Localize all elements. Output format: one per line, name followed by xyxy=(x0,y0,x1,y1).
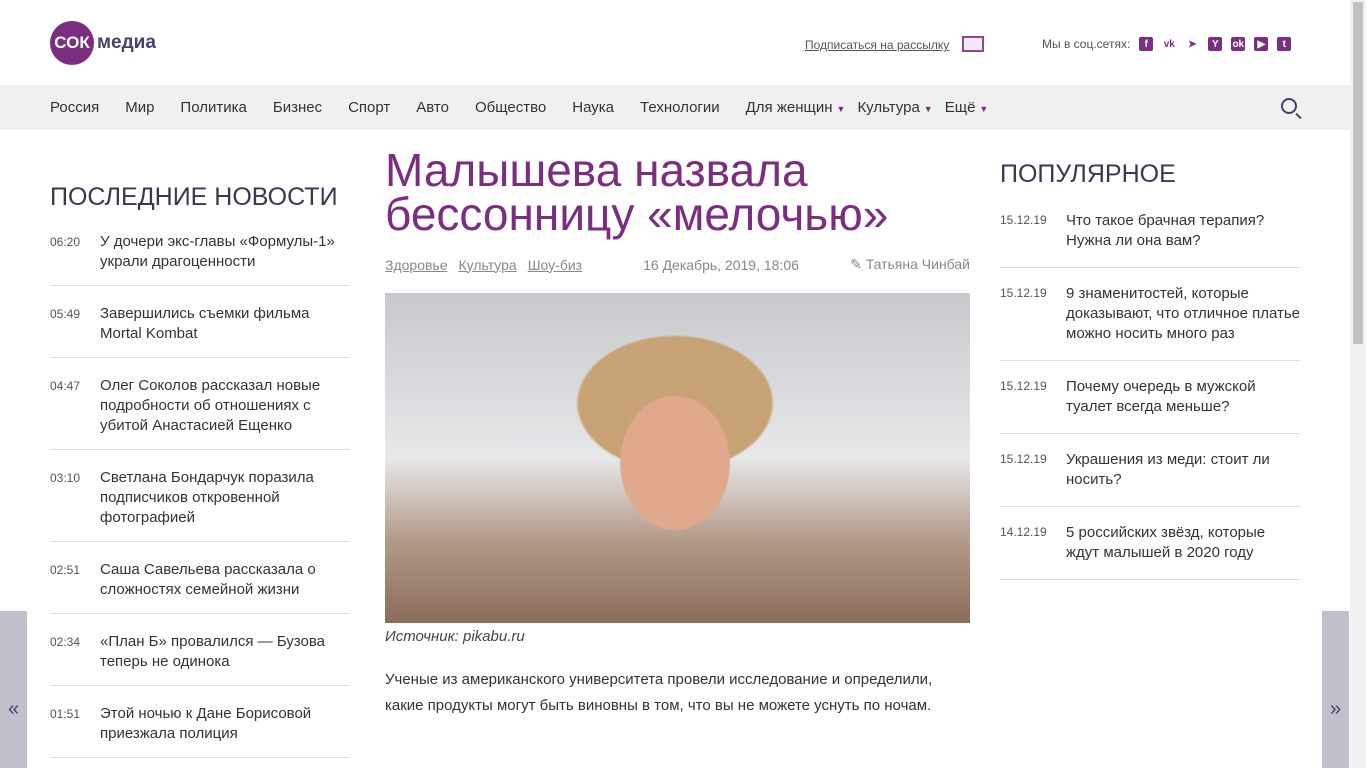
pencil-icon: ✎ xyxy=(850,256,866,272)
popular-item[interactable]: 15.12.19 Что такое брачная терапия? Нужна… xyxy=(1000,195,1300,268)
popular-item[interactable]: 15.12.19 Почему очередь в мужской туалет … xyxy=(1000,361,1300,434)
popular-item[interactable]: 15.12.19 Украшения из меди: стоит ли носи… xyxy=(1000,434,1300,507)
youtube-icon[interactable]: ▶ xyxy=(1254,37,1269,51)
search-icon[interactable] xyxy=(1281,98,1297,114)
next-article-arrow[interactable]: » xyxy=(1322,611,1349,768)
nav-more[interactable]: Ещё ▼ xyxy=(945,99,989,116)
latest-news: Последние новости 06:20 У дочери экс-глав… xyxy=(50,183,350,758)
social-label: Мы в соц.сетях: xyxy=(1042,37,1131,51)
photo-caption: Источник: pikabu.ru xyxy=(385,628,525,645)
vk-icon[interactable]: vk xyxy=(1162,37,1176,51)
tag-link[interactable]: Культура xyxy=(459,257,517,273)
tag-link[interactable]: Здоровье xyxy=(385,257,448,273)
nav-politics[interactable]: Политика xyxy=(180,99,246,116)
popular-heading: Популярное xyxy=(1000,160,1176,188)
popular-title[interactable]: 9 знаменитостей, которые доказывают, что… xyxy=(1066,284,1300,344)
nav-world[interactable]: Мир xyxy=(125,99,154,116)
nav-society[interactable]: Общество xyxy=(475,99,546,116)
news-title[interactable]: Этой ночью к Дане Борисовой приезжала по… xyxy=(100,704,350,744)
popular-item[interactable]: 14.12.19 5 российских звёзд, которые ждут… xyxy=(1000,507,1300,580)
nav-auto[interactable]: Авто xyxy=(416,99,449,116)
article: Малышева назвала бессонницу «мелочью» Зд… xyxy=(385,144,970,719)
news-time: 02:34 xyxy=(50,635,81,649)
telegram-icon[interactable]: ➤ xyxy=(1185,37,1199,51)
news-time: 05:49 xyxy=(50,307,81,321)
prev-article-arrow[interactable]: « xyxy=(0,611,27,768)
yandex-icon[interactable]: Y xyxy=(1208,37,1223,51)
nav-culture-label: Культура xyxy=(857,99,920,116)
news-item[interactable]: 04:47 Олег Соколов рассказал новые подроб… xyxy=(50,358,350,450)
popular-date: 14.12.19 xyxy=(1000,525,1047,539)
news-title[interactable]: Саша Савельева рассказала о сложностях с… xyxy=(100,560,350,600)
popular-title[interactable]: Что такое брачная терапия? Нужна ли она … xyxy=(1066,211,1300,251)
mail-icon[interactable] xyxy=(962,36,984,52)
news-title[interactable]: «План Б» провалился — Бузова теперь не о… xyxy=(100,632,350,672)
article-author[interactable]: ✎ Татьяна Чинбай xyxy=(850,256,970,273)
main-nav: Россия Мир Политика Бизнес Спорт Авто Об… xyxy=(0,85,1366,130)
news-title[interactable]: Светлана Бондарчук поразила подписчиков … xyxy=(100,468,350,528)
news-time: 02:51 xyxy=(50,563,81,577)
popular-title[interactable]: Почему очередь в мужской туалет всегда м… xyxy=(1066,377,1300,417)
article-title: Малышева назвала бессонницу «мелочью» xyxy=(385,144,889,240)
article-date: 16 Декабрь, 2019, 18:06 xyxy=(643,256,799,273)
news-title[interactable]: Завершились съемки фильма Mortal Kombat xyxy=(100,304,350,344)
news-title[interactable]: У дочери экс-главы «Формулы-1» украли др… xyxy=(100,232,350,272)
popular-date: 15.12.19 xyxy=(1000,286,1047,300)
popular-item[interactable]: 15.12.19 9 знаменитостей, которые доказыв… xyxy=(1000,268,1300,361)
news-item[interactable]: 03:10 Светлана Бондарчук поразила подписч… xyxy=(50,450,350,542)
nav-business[interactable]: Бизнес xyxy=(273,99,322,116)
article-meta: Здоровье Культура Шоу-биз 16 Декабрь, 20… xyxy=(385,256,970,273)
popular-title[interactable]: 5 российских звёзд, которые ждут малышей… xyxy=(1066,523,1300,563)
news-item[interactable]: 02:34 «План Б» провалился — Бузова теперь… xyxy=(50,614,350,686)
news-item[interactable]: 06:20 У дочери экс-главы «Формулы-1» укра… xyxy=(50,232,350,286)
news-item[interactable]: 02:51 Саша Савельева рассказала о сложнос… xyxy=(50,542,350,614)
news-time: 06:20 xyxy=(50,235,81,249)
caret-down-icon: ▼ xyxy=(923,104,933,114)
subscribe-link[interactable]: Подписаться на рассылку xyxy=(805,38,949,52)
facebook-icon[interactable]: f xyxy=(1139,37,1154,51)
twitter-icon[interactable]: t xyxy=(1277,37,1292,51)
popular-date: 15.12.19 xyxy=(1000,452,1047,466)
popular-date: 15.12.19 xyxy=(1000,379,1047,393)
logo-word: медиа xyxy=(97,32,156,53)
nav-culture[interactable]: Культура ▼ xyxy=(857,99,932,116)
scrollbar-thumb[interactable] xyxy=(1353,2,1363,344)
news-time: 01:51 xyxy=(50,707,81,721)
popular-date: 15.12.19 xyxy=(1000,213,1047,227)
header: СОК медиа Подписаться на рассылку Мы в с… xyxy=(0,0,1366,85)
tag-link[interactable]: Шоу-биз xyxy=(528,257,582,273)
popular-title[interactable]: Украшения из меди: стоит ли носить? xyxy=(1066,450,1300,490)
nav-women[interactable]: Для женщин ▼ xyxy=(746,99,846,116)
news-item[interactable]: 05:49 Завершились съемки фильма Mortal Ko… xyxy=(50,286,350,358)
news-time: 03:10 xyxy=(50,471,81,485)
news-item[interactable]: 01:51 Этой ночью к Дане Борисовой приезжа… xyxy=(50,686,350,758)
article-body: Ученые из американского университета про… xyxy=(385,671,933,714)
news-title[interactable]: Олег Соколов рассказал новые подробности… xyxy=(100,376,350,436)
author-name: Татьяна Чинбай xyxy=(865,256,970,272)
scrollbar[interactable] xyxy=(1350,0,1366,768)
nav-tech[interactable]: Технологии xyxy=(640,99,720,116)
logo[interactable]: СОК медиа xyxy=(50,21,156,65)
caret-down-icon: ▼ xyxy=(979,104,989,114)
article-photo xyxy=(385,293,970,623)
social-links: Мы в соц.сетях: f vk ➤ Y ok ▶ t xyxy=(1042,37,1292,51)
nav-russia[interactable]: Россия xyxy=(50,99,99,116)
nav-sport[interactable]: Спорт xyxy=(348,99,390,116)
popular: Популярное 15.12.19 Что такое брачная тер… xyxy=(1000,160,1300,580)
news-time: 04:47 xyxy=(50,379,81,393)
nav-women-label: Для женщин xyxy=(745,99,833,116)
latest-news-heading: Последние новости xyxy=(50,183,338,211)
logo-circle: СОК xyxy=(50,21,94,65)
nav-more-label: Ещё xyxy=(944,99,976,116)
caret-down-icon: ▼ xyxy=(836,104,846,114)
odnoklassniki-icon[interactable]: ok xyxy=(1231,37,1246,51)
nav-science[interactable]: Наука xyxy=(572,99,614,116)
